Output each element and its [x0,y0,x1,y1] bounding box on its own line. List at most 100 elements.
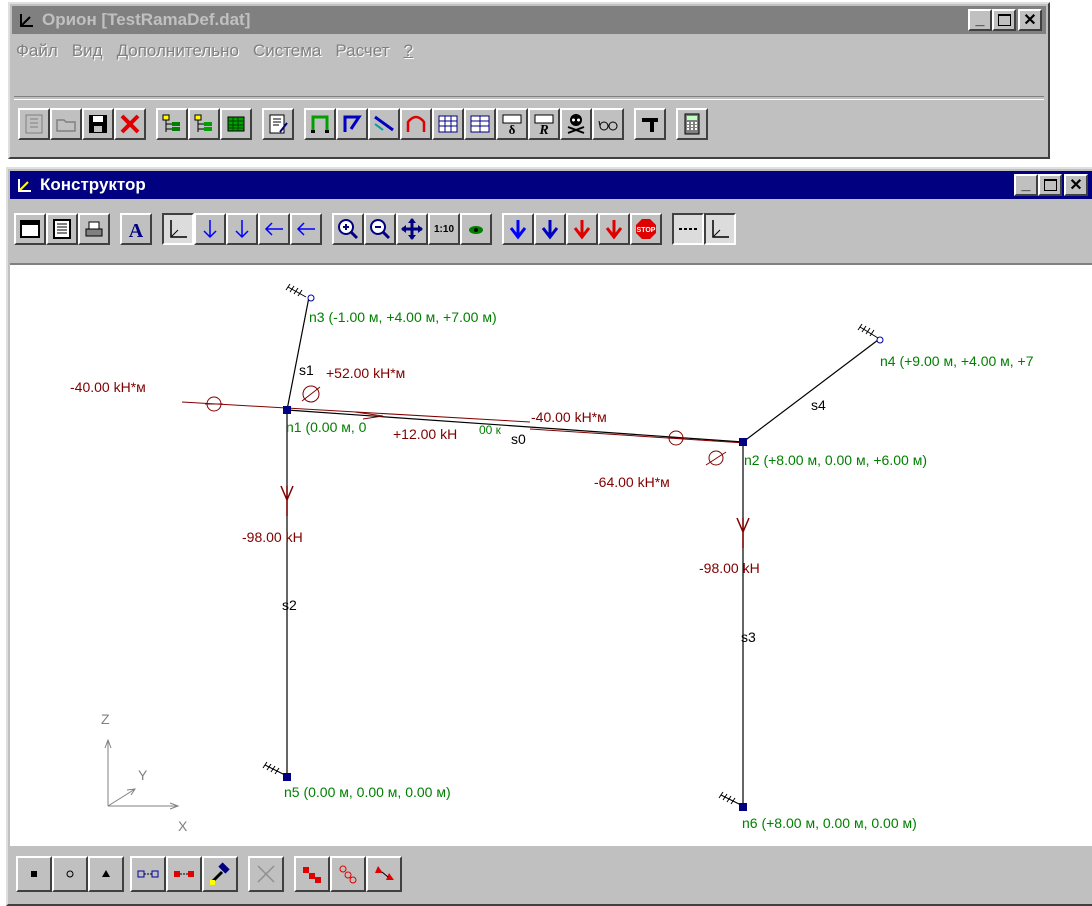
save-button[interactable] [82,108,114,140]
beam-button[interactable] [368,108,400,140]
bottom-toolbar-buttons [16,856,402,892]
print-button[interactable] [78,213,110,245]
table-icon [227,116,245,132]
stop-button[interactable]: STOP [630,213,662,245]
link-red-button[interactable] [166,856,202,892]
window-icon [20,220,40,238]
dash-button[interactable] [672,213,704,245]
load-down-button[interactable] [194,213,226,245]
axis-x-label: X [178,818,188,834]
drawing-canvas[interactable]: n3 (-1.00 м, +4.00 м, +7.00 м) n4 (+9.00… [10,263,1092,847]
node-n6[interactable] [739,803,747,811]
support-n5 [262,761,286,776]
bottom-toolbar [10,846,1092,904]
pan-button[interactable] [396,213,428,245]
table-button[interactable] [220,108,252,140]
load-left-button[interactable] [258,213,290,245]
load-left-icon [264,222,283,236]
arch-button[interactable] [400,108,432,140]
axes-button[interactable] [162,213,194,245]
menu-extra[interactable]: Дополнительно [117,41,239,61]
orion-window: Орион [TestRamaDef.dat] _ ✕ Файл Вид Доп… [8,2,1050,159]
glasses-button[interactable] [592,108,624,140]
zoom-out-icon [370,219,391,240]
close-button[interactable]: ✕ [1018,9,1042,31]
zoom-in-button[interactable] [332,213,364,245]
edit-button[interactable] [262,108,294,140]
axis-z-label: Z [101,711,110,727]
tree-button[interactable] [156,108,188,140]
member-s1[interactable] [286,296,310,411]
node-label-n4: n4 (+9.00 м, +4.00 м, +7 [880,353,1034,369]
close-button[interactable]: ✕ [1064,174,1088,196]
member-s4[interactable] [742,339,879,443]
eye-button[interactable] [460,213,492,245]
svg-text:A: A [129,220,144,241]
red-blocks-icon [303,867,321,883]
load-left2-button[interactable] [290,213,322,245]
support-n3 [285,283,307,298]
red-arrow2-button[interactable] [598,213,630,245]
grid2-button[interactable] [464,108,496,140]
svg-text:STOP: STOP [637,227,656,234]
delta-button[interactable]: δ [496,108,528,140]
load-down2-button[interactable] [226,213,258,245]
red-arrow-icon [573,220,591,240]
skull-button[interactable] [560,108,592,140]
minimize-icon: _ [975,11,985,28]
hammer-tool-button[interactable] [202,856,238,892]
red-triangles-button[interactable] [366,856,402,892]
print-preview-button[interactable] [46,213,78,245]
minimize-button[interactable]: _ [968,9,992,31]
new-button[interactable] [18,108,50,140]
menu-view[interactable]: Вид [72,41,103,61]
minimize-button[interactable]: _ [1014,174,1038,196]
maximize-button[interactable] [992,9,1016,31]
node-circle-button[interactable] [52,856,88,892]
segment-label-s0: s0 [511,431,526,447]
blue-arrow-button[interactable] [502,213,534,245]
node-n5[interactable] [283,773,291,781]
axes-icon [170,220,187,238]
frame-corner-button[interactable] [336,108,368,140]
node-triangle-button[interactable] [88,856,124,892]
menu-help[interactable]: ? [403,41,412,61]
calculator-button[interactable] [676,108,708,140]
tree2-button[interactable] [188,108,220,140]
axes2-button[interactable] [704,213,736,245]
main-toolbar: δ R [18,108,708,140]
constructor-title-bar[interactable]: Конструктор _ ✕ [10,171,1092,199]
node-n2[interactable] [739,438,747,446]
maximize-button[interactable] [1038,174,1062,196]
open-button[interactable] [50,108,82,140]
blue-arrow2-button[interactable] [534,213,566,245]
blue-arrow-icon [509,220,527,240]
link-button[interactable] [130,856,166,892]
print-icon [85,221,103,237]
cross-icon [257,865,275,883]
scale-label: 1:10 [433,223,454,235]
load-label-n1-left: -40.00 kH*м [70,379,146,395]
frame-button[interactable] [304,108,336,140]
zoom-out-button[interactable] [364,213,396,245]
red-arrow-button[interactable] [566,213,598,245]
window-button[interactable] [14,213,46,245]
grid-button[interactable] [432,108,464,140]
node-square-button[interactable] [16,856,52,892]
red-blocks-button[interactable] [294,856,330,892]
r-button[interactable]: R [528,108,560,140]
red-chain-button[interactable] [330,856,366,892]
font-button[interactable]: A [120,213,152,245]
menu-file[interactable]: Файл [16,41,58,61]
cross-button[interactable] [248,856,284,892]
node-n3[interactable] [307,294,315,302]
node-n4[interactable] [876,336,884,344]
delete-button[interactable] [114,108,146,140]
menu-system[interactable]: Система [253,41,321,61]
scale-button[interactable]: 1:10 [428,213,460,245]
menu-calc[interactable]: Расчет [335,41,389,61]
orion-title-bar[interactable]: Орион [TestRamaDef.dat] _ ✕ [12,6,1046,34]
maximize-icon [1043,179,1057,191]
node-n1[interactable] [283,406,291,414]
hammer-button[interactable] [634,108,666,140]
